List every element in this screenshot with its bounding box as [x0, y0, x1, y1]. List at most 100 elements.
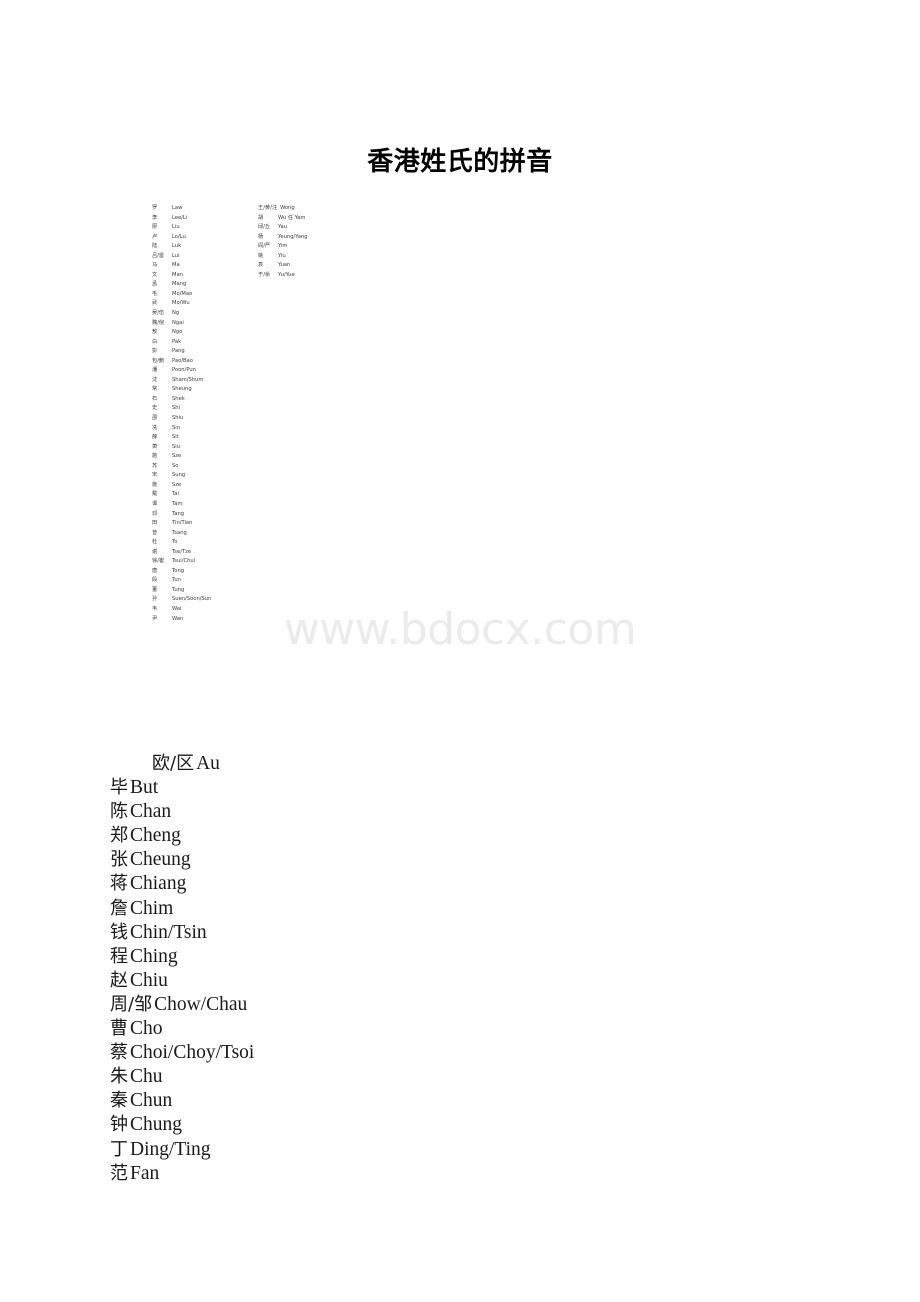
surname-character: 武: [152, 300, 158, 307]
surname-entry: 沈 Sham/Shum: [152, 376, 252, 386]
surname-romanization: Suen/Soon/Sun: [172, 596, 212, 603]
surname-romanization: Chiu: [130, 969, 168, 991]
surname-character: 廖: [152, 224, 158, 231]
surname-entry: 钟 Chung: [110, 1113, 810, 1137]
surname-romanization: Cho: [130, 1018, 163, 1040]
surname-entry: 武 Mo/Wu: [152, 299, 252, 309]
surname-romanization: Tin/Tian: [172, 520, 193, 527]
surname-romanization: Tsui/Chui: [172, 558, 196, 565]
surname-character: 邵: [152, 415, 158, 422]
surname-entry: 薛 Sit: [152, 433, 252, 443]
surname-entry: 张 Cheung: [110, 848, 810, 872]
surname-entry: 戴 Tai: [152, 490, 252, 500]
surname-entry: 邵 Shiu: [152, 414, 252, 424]
surname-romanization: Chan: [130, 801, 172, 823]
surname-entry: 吴/伍 Ng: [152, 309, 252, 319]
surname-character: 朱: [110, 1066, 128, 1088]
surname-romanization: Chung: [130, 1114, 183, 1136]
surname-romanization: Sheung: [172, 386, 192, 393]
surname-romanization: Lo/Lu: [172, 233, 186, 240]
surname-romanization: Shiu: [172, 415, 184, 422]
surname-character: 曾: [152, 529, 158, 536]
surname-character: 宋: [152, 472, 158, 479]
surname-entry: 于/余 Yu/Yue: [258, 271, 368, 281]
surname-character: 张: [110, 849, 128, 871]
surname-romanization: Ma: [172, 262, 180, 269]
surname-character: 钟: [110, 1114, 128, 1136]
surname-character: 程: [110, 945, 128, 967]
surname-entry: 曹 Cho: [110, 1017, 810, 1041]
surname-entry: 李 Lee/Li: [152, 214, 252, 224]
surname-romanization: Cheung: [130, 849, 191, 871]
surname-character: 包/鲍: [152, 357, 165, 364]
surname-character: 施: [152, 453, 158, 460]
surname-entry: 谢 Tse/Tze: [152, 548, 252, 558]
surname-character: 邱/丘: [258, 224, 271, 231]
surname-entry: 赵 Chiu: [110, 969, 810, 993]
surname-entry: 朱 Chu: [110, 1065, 810, 1089]
surname-entry: 冼 Sin: [152, 424, 252, 434]
surname-entry: 陆 Luk: [152, 242, 252, 252]
surname-romanization: Pang: [172, 348, 185, 355]
surname-entry: 蒋 Chiang: [110, 872, 810, 896]
surname-entry: 萧 Siu: [152, 443, 252, 453]
surname-entry: 宋 Sung: [152, 471, 252, 481]
surname-romanization: Chow/Chau: [154, 993, 248, 1015]
surname-romanization: Liu: [172, 224, 180, 231]
surname-romanization: Sham/Shum: [172, 376, 204, 383]
surname-character: 谢: [152, 548, 158, 555]
surname-romanization: Sze: [172, 453, 182, 460]
surname-entry: 孟 Mang: [152, 280, 252, 290]
document-page: 香港姓氏的拼音 罗 Law 李 Lee/Li 廖 Liu 卢 Lo/Lu 陆 Luk 吕/雷 Lui 马…: [0, 0, 920, 1302]
surname-romanization: Tai: [172, 491, 179, 498]
surname-romanization: Choi/Choy/Tsoi: [130, 1042, 255, 1064]
surname-character: 白: [152, 338, 158, 345]
surname-entry: 谭 Tam: [152, 500, 252, 510]
surname-character: 潘: [152, 367, 158, 374]
surname-entry: 欧/区 Au: [110, 752, 810, 776]
small-surname-list-left-column: 罗 Law 李 Lee/Li 廖 Liu 卢 Lo/Lu 陆 Luk 吕/雷 Lui 马 Ma 文 Man 孟 M…: [152, 204, 252, 624]
surname-character: 谭: [152, 500, 158, 507]
surname-romanization: Mo/Wu: [172, 300, 190, 307]
surname-romanization: Wong: [280, 205, 295, 211]
surname-entry: 施 Sze: [152, 481, 252, 491]
surname-romanization: Shi: [172, 405, 181, 412]
surname-romanization: Shek: [172, 395, 185, 402]
surname-character: 彭: [152, 348, 158, 355]
surname-romanization: Au: [196, 753, 220, 774]
surname-entry: 蔡 Choi/Choy/Tsoi: [110, 1041, 810, 1065]
surname-character: 卢: [152, 233, 158, 240]
surname-character: 赵: [110, 969, 128, 991]
surname-character: 苏: [152, 462, 158, 469]
surname-entry: 范 Fan: [110, 1162, 810, 1186]
surname-entry: 敖 Ngo: [152, 328, 252, 338]
surname-character: 沈: [152, 376, 158, 383]
surname-romanization: Tsang: [172, 529, 187, 536]
surname-romanization: Ding/Ting: [130, 1138, 211, 1160]
surname-romanization: Pao/Bao: [172, 357, 193, 364]
surname-entry: 潘 Poon/Pun: [152, 366, 252, 376]
surname-romanization: Chu: [130, 1066, 163, 1088]
surname-romanization: Ngai: [172, 319, 184, 326]
surname-romanization: Yau: [278, 224, 287, 231]
watermark: www.bdocx.com: [283, 604, 637, 655]
surname-romanization: Ng: [172, 310, 180, 317]
surname-entry: 苏 So: [152, 462, 252, 472]
surname-romanization: Luk: [172, 243, 182, 250]
surname-romanization: Chim: [130, 897, 174, 919]
surname-entry: 毛 Mo/Mao: [152, 290, 252, 300]
surname-romanization: Pak: [172, 338, 182, 345]
surname-romanization: But: [130, 777, 159, 799]
surname-entry: 常 Sheung: [152, 385, 252, 395]
surname-character: 董: [152, 586, 158, 593]
surname-character: 吕/雷: [152, 252, 165, 259]
surname-character: 郑: [110, 825, 128, 847]
surname-entry: 包/鲍 Pao/Bao: [152, 357, 252, 367]
surname-character: 邓: [152, 510, 158, 517]
surname-entry: 姚 Yiu: [258, 252, 368, 262]
surname-entry: 徐/崔 Tsui/Chui: [152, 557, 252, 567]
surname-romanization: Yeung/Yang: [278, 233, 308, 240]
surname-character: 石: [152, 395, 158, 402]
surname-entry: 曾 Tsang: [152, 529, 252, 539]
surname-character: 孙: [152, 596, 158, 603]
